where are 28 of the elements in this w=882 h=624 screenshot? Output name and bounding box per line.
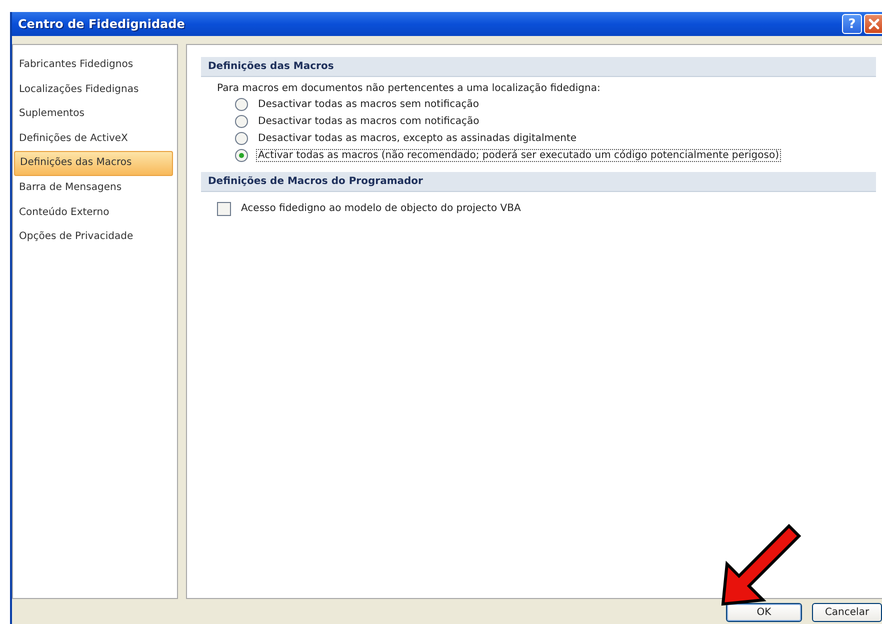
section-header: Definições de Macros do Programador [201, 172, 876, 192]
help-button[interactable]: ? [842, 14, 862, 34]
sidebar-item[interactable]: Opções de Privacidade [14, 225, 173, 250]
sidebar-item[interactable]: Conteúdo Externo [14, 200, 173, 225]
radio-button[interactable] [235, 98, 248, 111]
checkbox[interactable] [217, 202, 231, 216]
close-icon [868, 18, 880, 30]
option-label: Acesso fidedigno ao modelo de objecto do projecto VBA [240, 202, 522, 215]
arrow-icon [719, 524, 801, 606]
section-header: Definições das Macros [201, 57, 876, 77]
radio-button[interactable] [235, 115, 248, 128]
ok-button[interactable]: OK [726, 603, 802, 622]
option-label: Activar todas as macros (não recomendado; poderá ser executado um código potencialmente perigoso) [256, 149, 782, 162]
option-label: Desactivar todas as macros sem notificação [257, 98, 480, 111]
sidebar-item[interactable]: Barra de Mensagens [14, 176, 173, 200]
sidebar-item[interactable]: Suplementos [14, 102, 173, 126]
cancel-button[interactable]: Cancelar [812, 603, 882, 622]
option-label: Desactivar todas as macros com notificação [257, 115, 480, 128]
sidebar-item[interactable]: Definições das Macros [14, 151, 173, 176]
option-label: Desactivar todas as macros, excepto as assinadas digitalmente [257, 132, 578, 145]
radio-button[interactable] [235, 149, 248, 162]
window-title: Centro de Fidedignidade [18, 17, 185, 31]
sidebar-item[interactable]: Definições de ActiveX [14, 126, 173, 151]
sidebar-item[interactable]: Fabricantes Fidedignos [14, 53, 173, 78]
sidebar-item[interactable]: Localizações Fidedignas [14, 78, 173, 102]
intro-text: Para macros em documentos não pertencentes a uma localização fidedigna: [217, 83, 602, 94]
radio-button[interactable] [235, 132, 248, 145]
close-button[interactable] [864, 14, 882, 34]
